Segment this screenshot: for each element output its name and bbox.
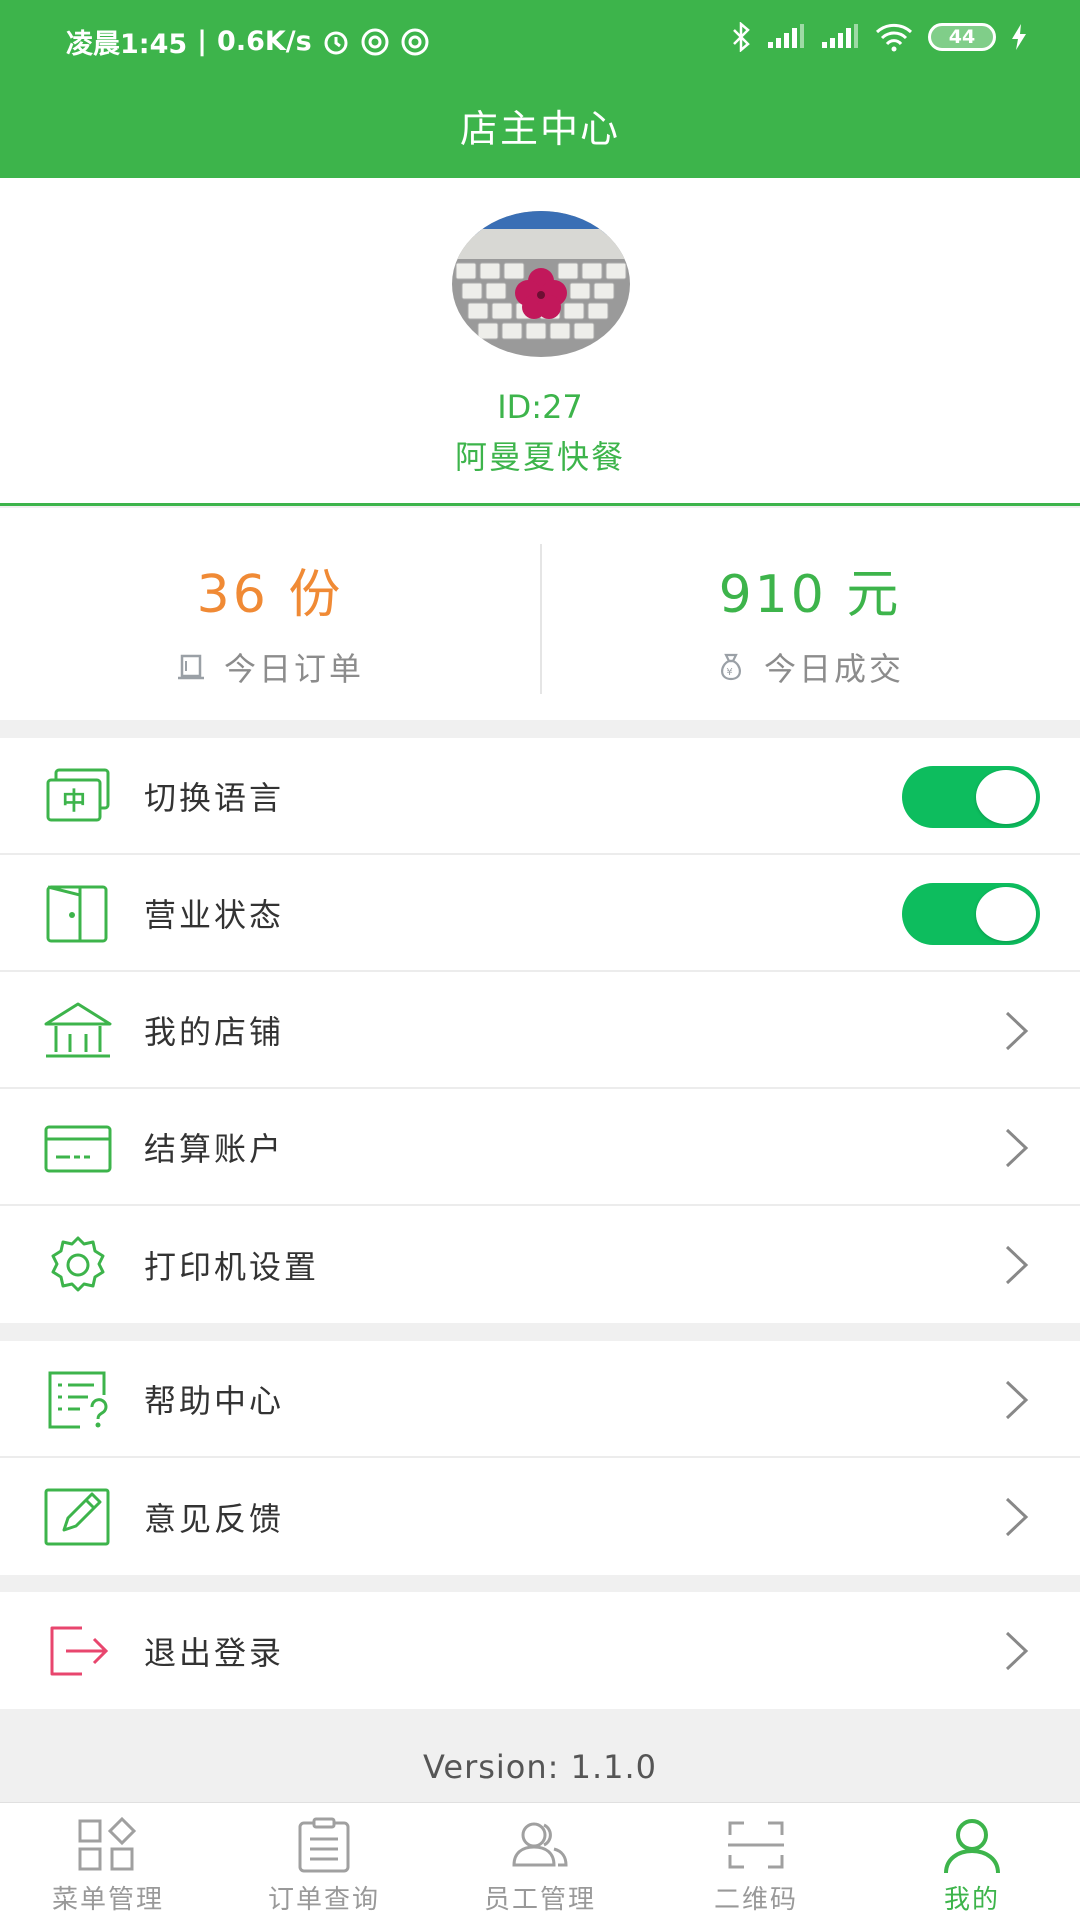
nav-label-staff-management: 员工管理 [483,1885,596,1915]
language-toggle[interactable] [902,766,1040,828]
status-bar: 凌晨1:45 | 0.6K/s 44 [0,0,1080,80]
card-icon [44,1125,112,1173]
menu-label-help-center: 帮助中心 [144,1381,285,1420]
nav-label-menu-management: 菜单管理 [51,1885,164,1915]
staff-icon [512,1822,568,1867]
menu-label-feedback: 意见反馈 [144,1499,285,1538]
business-status-toggle[interactable] [902,883,1040,945]
chevron-right-icon [1005,1128,1029,1168]
chevron-right-icon [1005,1631,1029,1671]
menu-label-logout: 退出登录 [144,1633,285,1672]
app-notification-icon-2 [401,28,429,55]
bottom-nav: 菜单管理 订单查询 员工管理 二维码 我的 [0,1802,1080,1920]
help-doc-icon [48,1371,108,1429]
nav-tab-order-query[interactable]: 订单查询 [216,1803,432,1920]
today-orders-stat[interactable]: 36 份 今日订单 [0,508,540,720]
qr-scan-icon [728,1821,784,1869]
menu-section-support: 帮助中心 意见反馈 [0,1341,1080,1575]
door-icon [46,885,108,943]
status-separator: | [197,26,208,57]
menu-item-business-status[interactable]: 营业状态 [0,855,1080,972]
menu-section-main: 中 切换语言 营业状态 我的店铺 结算账户 打印机设置 [0,738,1080,1323]
today-sales-value: 910 元 [718,565,902,625]
menu-item-help-center[interactable]: 帮助中心 [0,1341,1080,1458]
status-network-speed: 0.6K/s [217,26,312,57]
today-orders-label-row: 今日订单 [0,644,540,690]
language-icon: 中 [46,768,110,822]
nav-tab-staff-management[interactable]: 员工管理 [432,1803,648,1920]
nav-tab-mine[interactable]: 我的 [864,1803,1080,1920]
bluetooth-icon [733,22,750,52]
order-book-icon [177,654,204,680]
nav-label-qr-code: 二维码 [713,1885,798,1915]
status-time: 凌晨1:45 [66,29,188,60]
edit-icon [44,1488,110,1546]
business-status-toggle-knob [976,887,1036,941]
wifi-icon [875,23,913,52]
today-sales-stat[interactable]: 910 元 ¥ 今日成交 [540,508,1080,720]
today-orders-value: 36 份 [196,565,344,625]
nav-label-mine: 我的 [943,1885,1000,1915]
shop-id: ID:27 [497,388,583,426]
chevron-right-icon [1005,1380,1029,1420]
menu-label-business-status: 营业状态 [144,895,285,934]
page-title: 店主中心 [459,107,620,151]
language-toggle-knob [976,770,1036,824]
shop-name: 阿曼夏快餐 [454,438,625,476]
battery-indicator: 44 [928,23,996,51]
menu-item-my-store[interactable]: 我的店铺 [0,972,1080,1089]
app-notification-icon [361,28,389,55]
grid-icon [78,1817,137,1871]
user-icon [944,1819,1000,1873]
gear-icon [51,1236,105,1292]
chevron-right-icon [1005,1011,1029,1051]
stats-panel: 36 份 今日订单 910 元 ¥ 今日成交 [0,508,1080,720]
menu-label-my-store: 我的店铺 [144,1012,285,1051]
menu-item-settlement-account[interactable]: 结算账户 [0,1089,1080,1206]
menu-section-logout: 退出登录 [0,1592,1080,1709]
nav-tab-menu-management[interactable]: 菜单管理 [0,1803,216,1920]
version-text: Version: 1.1.0 [422,1748,658,1786]
signal-icon-2 [822,24,858,48]
logout-icon [50,1626,109,1676]
store-icon [44,1002,112,1058]
menu-item-feedback[interactable]: 意见反馈 [0,1458,1080,1575]
nav-tab-qr-code[interactable]: 二维码 [648,1803,864,1920]
svg-text:中: 中 [62,787,86,815]
avatar[interactable] [452,211,630,357]
today-sales-label: 今日成交 [763,650,904,688]
clipboard-icon [298,1817,350,1873]
nav-label-order-query: 订单查询 [267,1885,380,1915]
alarm-icon [324,31,348,54]
header-bar: 凌晨1:45 | 0.6K/s 44 店主中心 [0,0,1080,178]
menu-item-language[interactable]: 中 切换语言 [0,738,1080,855]
signal-icon [768,24,804,48]
money-bag-icon: ¥ [721,653,741,681]
svg-text:¥: ¥ [726,667,735,678]
menu-item-logout[interactable]: 退出登录 [0,1592,1080,1709]
menu-label-printer-settings: 打印机设置 [144,1247,320,1286]
charging-icon [1012,24,1026,50]
menu-item-printer-settings[interactable]: 打印机设置 [0,1206,1080,1323]
menu-label-settlement-account: 结算账户 [144,1129,285,1168]
menu-label-language: 切换语言 [144,778,285,817]
today-orders-label: 今日订单 [223,650,364,688]
chevron-right-icon [1005,1245,1029,1285]
profile-card: ID:27 阿曼夏快餐 [0,178,1080,506]
chevron-right-icon [1005,1497,1029,1537]
today-sales-label-row: ¥ 今日成交 [540,644,1080,690]
